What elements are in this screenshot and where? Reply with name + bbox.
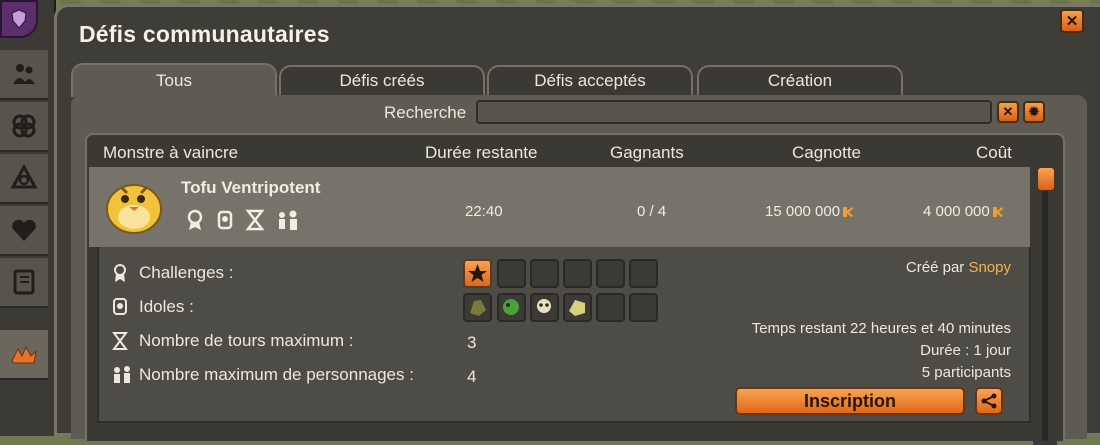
challenge-slot-6[interactable] bbox=[629, 259, 658, 288]
share-button[interactable] bbox=[975, 387, 1003, 415]
idol-icon bbox=[215, 209, 235, 231]
tab-creation[interactable]: Création bbox=[697, 65, 903, 95]
close-icon: ✕ bbox=[1065, 13, 1079, 30]
idol-slot-4[interactable] bbox=[563, 293, 592, 322]
table-row[interactable]: Tofu Ventripotent 22:40 0 / 4 15 000 000… bbox=[89, 167, 1030, 247]
tab-defis-acceptes[interactable]: Défis acceptés bbox=[487, 65, 693, 95]
challenge-slot-4[interactable] bbox=[563, 259, 592, 288]
challenge-duration: Durée : 1 jour bbox=[920, 342, 1011, 359]
winners-value: 0 / 4 bbox=[637, 203, 667, 220]
header-winners[interactable]: Gagnants bbox=[610, 143, 684, 163]
table-scrollbar[interactable] bbox=[1033, 165, 1057, 445]
creator-name[interactable]: Snopy bbox=[968, 259, 1011, 276]
time-left: Temps restant 22 heures et 40 minutes bbox=[751, 320, 1011, 337]
header-pot[interactable]: Cagnotte bbox=[792, 143, 861, 163]
header-monster[interactable]: Monstre à vaincre bbox=[103, 143, 238, 163]
cost-value: 4 000 000 bbox=[923, 203, 990, 220]
max-chars-value: 4 bbox=[467, 367, 477, 386]
idol-slot-6[interactable] bbox=[629, 293, 658, 322]
pot-value: 15 000 000 bbox=[765, 203, 841, 220]
search-input[interactable] bbox=[476, 100, 992, 124]
inscription-button[interactable]: Inscription bbox=[735, 387, 965, 415]
kama-icon bbox=[992, 207, 1003, 218]
monster-portrait bbox=[106, 184, 162, 234]
challenge-slot-3[interactable] bbox=[530, 259, 559, 288]
hourglass-icon bbox=[245, 209, 265, 231]
max-turns-label: Nombre de tours maximum : bbox=[139, 331, 354, 350]
challenge-slot-1[interactable] bbox=[463, 259, 492, 288]
heart-icon[interactable] bbox=[0, 206, 48, 256]
challenges-table: Monstre à vaincre Durée restante Gagnant… bbox=[85, 133, 1065, 445]
idol-figure-icon bbox=[569, 300, 585, 316]
close-button[interactable]: ✕ bbox=[1060, 9, 1084, 33]
idol-figure-icon bbox=[470, 300, 486, 316]
scroll-thumb[interactable] bbox=[1037, 167, 1055, 191]
group-icon bbox=[275, 209, 297, 231]
idol-icon bbox=[113, 298, 127, 315]
idol-figure-icon bbox=[503, 299, 519, 315]
challenge-slot-2[interactable] bbox=[497, 259, 526, 288]
community-challenges-icon[interactable] bbox=[0, 330, 48, 380]
alliance-icon[interactable] bbox=[0, 102, 48, 152]
idol-figure-icon bbox=[537, 299, 551, 313]
max-chars-label: Nombre maximum de personnages : bbox=[139, 365, 414, 384]
close-icon: ✕ bbox=[1002, 104, 1014, 119]
community-challenges-window: Défis communautaires ✕ Tous Défis créés … bbox=[54, 4, 1100, 445]
challenges-label: Challenges : bbox=[139, 263, 234, 282]
left-sidebar bbox=[0, 0, 56, 436]
idol-slot-2[interactable] bbox=[497, 293, 526, 322]
share-icon bbox=[981, 393, 997, 409]
tab-defis-crees[interactable]: Défis créés bbox=[279, 65, 485, 95]
header-duration[interactable]: Durée restante bbox=[425, 143, 537, 163]
star-icon bbox=[468, 264, 487, 282]
monster-name: Tofu Ventripotent bbox=[181, 178, 321, 197]
participants-count: 5 participants bbox=[921, 364, 1011, 381]
idol-slot-3[interactable] bbox=[530, 293, 559, 322]
friends-icon[interactable] bbox=[0, 50, 48, 100]
challenge-icon bbox=[185, 209, 205, 231]
tab-tous[interactable]: Tous bbox=[71, 63, 277, 97]
duration-value: 22:40 bbox=[465, 203, 503, 220]
search-label: Recherche bbox=[384, 103, 467, 122]
idols-label: Idoles : bbox=[139, 297, 194, 316]
created-by-label: Créé par bbox=[905, 259, 965, 276]
kama-icon bbox=[843, 207, 854, 218]
settings-button[interactable]: ✹ bbox=[1023, 101, 1045, 123]
header-cost[interactable]: Coût bbox=[976, 143, 1012, 163]
settings-icon: ✹ bbox=[1028, 104, 1040, 119]
idol-slot-1[interactable] bbox=[463, 293, 492, 322]
directory-icon[interactable] bbox=[0, 258, 48, 308]
hourglass-icon bbox=[112, 332, 128, 350]
scroll-track[interactable] bbox=[1042, 191, 1048, 441]
group-icon bbox=[114, 366, 130, 383]
idol-slot-5[interactable] bbox=[596, 293, 625, 322]
challenge-details: Challenges : Idoles : Nombre de tours ma… bbox=[97, 247, 1031, 423]
challenge-icon bbox=[114, 264, 126, 282]
guild-emblem-icon[interactable] bbox=[0, 0, 38, 38]
challenge-slot-5[interactable] bbox=[596, 259, 625, 288]
max-turns-value: 3 bbox=[467, 333, 477, 352]
guild-icon[interactable] bbox=[0, 154, 48, 204]
window-title: Défis communautaires bbox=[79, 21, 330, 47]
clear-search-button[interactable]: ✕ bbox=[997, 101, 1019, 123]
